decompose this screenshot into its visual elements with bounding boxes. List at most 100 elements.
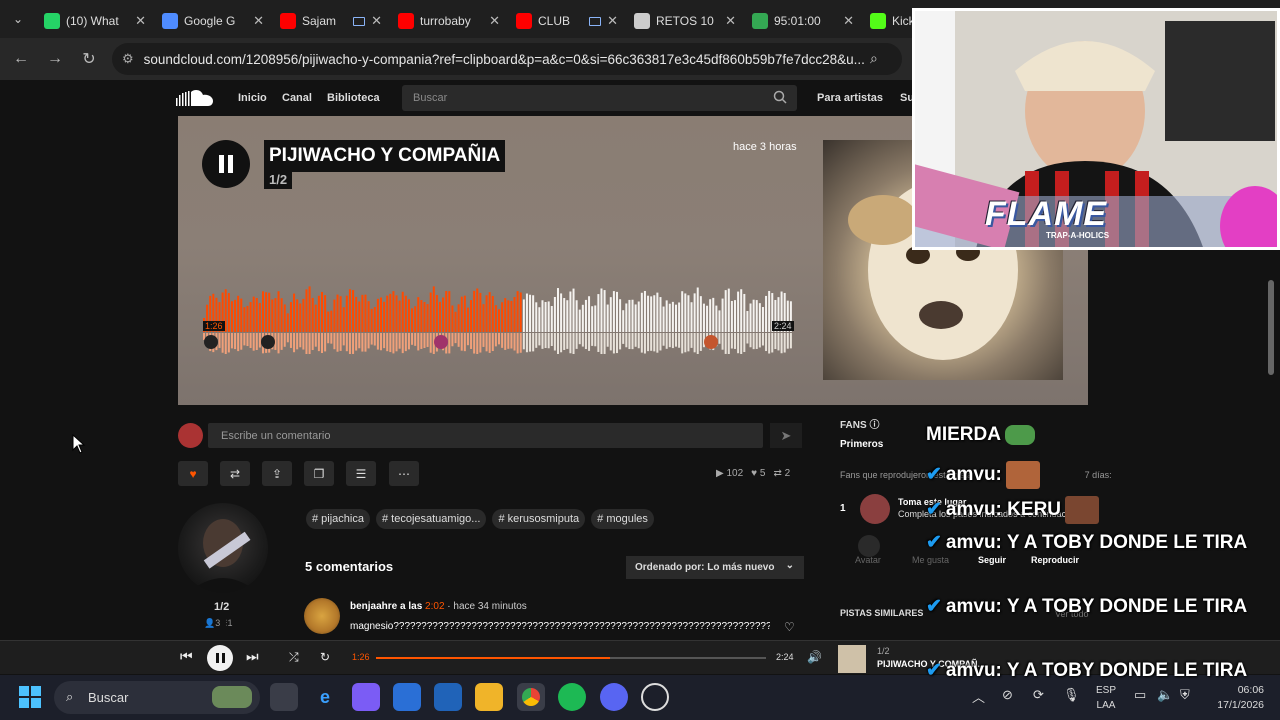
waveform-bar [699,296,702,332]
close-tab-icon[interactable]: ✕ [843,13,854,29]
playlist-icon: ☰ [355,466,367,481]
tray-app-icon[interactable]: ⊘ [1002,687,1013,703]
waveform-bar [243,307,246,332]
uploader-name[interactable]: 1/2 [214,601,229,613]
player-progress[interactable] [376,657,766,659]
browser-tab[interactable]: turrobaby ✕ [390,6,508,36]
zoom-icon[interactable]: ⌕ [870,50,878,67]
for-artists-link[interactable]: Para artistas [817,92,883,104]
sort-dropdown[interactable]: Ordenado por: Lo más nuevo ⌄ [626,556,804,579]
tray-expand-icon[interactable]: ︿ [972,687,985,706]
player-uploader[interactable]: 1/2 [877,646,890,656]
page-scrollbar[interactable] [1268,280,1274,375]
browser-tab[interactable]: (10) What ✕ [36,6,154,36]
like-button[interactable]: ♥ [178,461,208,486]
comment-meta: benjaahre a las 2:02 · hace 34 minutos [350,601,527,612]
repeat-icon[interactable]: ↻ [320,650,330,664]
windows-start-icon[interactable] [19,686,41,708]
next-icon[interactable]: ⏭ [246,648,259,665]
tag-chip[interactable]: # kerusosmiputa [492,509,586,529]
waveform[interactable] [203,274,793,354]
browser-tab[interactable]: RETOS 10 ✕ [626,6,744,36]
close-tab-icon[interactable]: ✕ [607,13,618,29]
soundcloud-logo-icon[interactable] [176,89,214,107]
waveform-reflection [699,333,702,351]
previous-icon[interactable]: ⏮ [180,648,193,665]
close-tab-icon[interactable]: ✕ [135,13,146,29]
tab-search-menu-icon[interactable]: ⌄ [0,0,36,38]
info-icon[interactable]: ⓘ [869,420,879,431]
nav-canal[interactable]: Canal [282,92,312,104]
fans-tab-primeros[interactable]: Primeros [840,439,883,450]
follow-button[interactable]: Seguir [978,555,1006,565]
copilot-icon[interactable] [352,683,380,711]
search-input[interactable]: Buscar [402,85,797,111]
tray-sync-icon[interactable]: ⟳ [1033,687,1044,703]
waveform-reflection [588,333,591,351]
site-info-icon[interactable]: ⚙ [122,51,134,67]
play-button[interactable]: Reproducir [1031,555,1079,565]
speaker-icon[interactable]: 🔈 [1157,687,1173,703]
add-to-playlist-button[interactable]: ☰ [346,461,376,486]
share-button[interactable]: ⇪ [262,461,292,486]
shuffle-icon[interactable]: ⤮ [289,650,299,665]
security-icon[interactable]: ⛨ [1180,687,1190,703]
waveform-reflection [448,333,451,354]
tag-chip[interactable]: # tecojesatuamigo... [375,509,487,529]
address-bar[interactable]: ⚙ soundcloud.com/1208956/pijiwacho-y-com… [112,43,902,75]
nav-biblioteca[interactable]: Biblioteca [327,92,380,104]
search-icon[interactable] [773,90,787,104]
send-comment-icon[interactable]: ➤ [770,423,802,448]
player-pause-button[interactable] [207,645,233,671]
store-icon[interactable] [393,683,421,711]
waveform-reflection [426,333,429,347]
track-subtitle[interactable]: 1/2 [264,170,293,189]
close-tab-icon[interactable]: ✕ [489,13,500,29]
pause-button[interactable] [202,140,250,188]
spotify-icon[interactable] [558,683,586,711]
uploader-avatar[interactable] [178,503,268,593]
comment-like-icon[interactable]: ♡ [784,620,795,634]
player-artwork[interactable] [838,645,866,673]
microphone-icon[interactable]: 🎙 [1063,687,1080,703]
edge-icon[interactable]: e [311,683,339,711]
close-tab-icon[interactable]: ✕ [371,13,382,29]
system-clock[interactable]: 06:06 17/1/2026 [1206,683,1264,713]
browser-tab[interactable]: CLUB ✕ [508,6,626,36]
waveform-reflection [252,333,255,351]
discord-icon[interactable] [600,683,628,711]
close-tab-icon[interactable]: ✕ [253,13,264,29]
more-button[interactable]: ⋯ [389,461,419,486]
volume-icon[interactable]: 🔊 [807,650,822,664]
tag-chip[interactable]: # pijachica [306,509,370,529]
fan-avatar[interactable] [860,494,890,524]
waveform-reflection [637,333,640,349]
waveform-bar [504,298,507,332]
back-icon[interactable]: ← [4,42,38,76]
display-icon[interactable]: ▭ [1134,687,1146,703]
outlook-icon[interactable] [434,683,462,711]
chrome-icon[interactable] [517,683,545,711]
language-indicator[interactable]: ESP LAA [1096,683,1116,713]
forward-icon[interactable]: → [38,42,72,76]
commenter-name[interactable]: benjaahre a las [350,601,422,612]
file-explorer-icon[interactable] [475,683,503,711]
waveform-reflection [355,333,358,351]
obs-icon[interactable] [641,683,669,711]
taskbar-search[interactable]: ⌕ Buscar [54,681,260,714]
comment-input[interactable]: Escribe un comentario [208,423,763,448]
commenter-avatar[interactable] [304,598,340,634]
nav-inicio[interactable]: Inicio [238,92,267,104]
waveform-reflection [510,333,513,349]
comment-timestamp[interactable]: 2:02 [425,601,444,612]
task-view-icon[interactable] [270,683,298,711]
repost-button[interactable]: ⇄ [220,461,250,486]
copy-link-button[interactable]: ❐ [304,461,334,486]
tag-chip[interactable]: # mogules [591,509,654,529]
browser-tab[interactable]: 95:01:00 ✕ [744,6,862,36]
browser-tab[interactable]: Google G ✕ [154,6,272,36]
reload-icon[interactable]: ↻ [72,42,106,76]
waveform-bar [395,295,398,332]
close-tab-icon[interactable]: ✕ [725,13,736,29]
browser-tab[interactable]: Sajam ✕ [272,6,390,36]
